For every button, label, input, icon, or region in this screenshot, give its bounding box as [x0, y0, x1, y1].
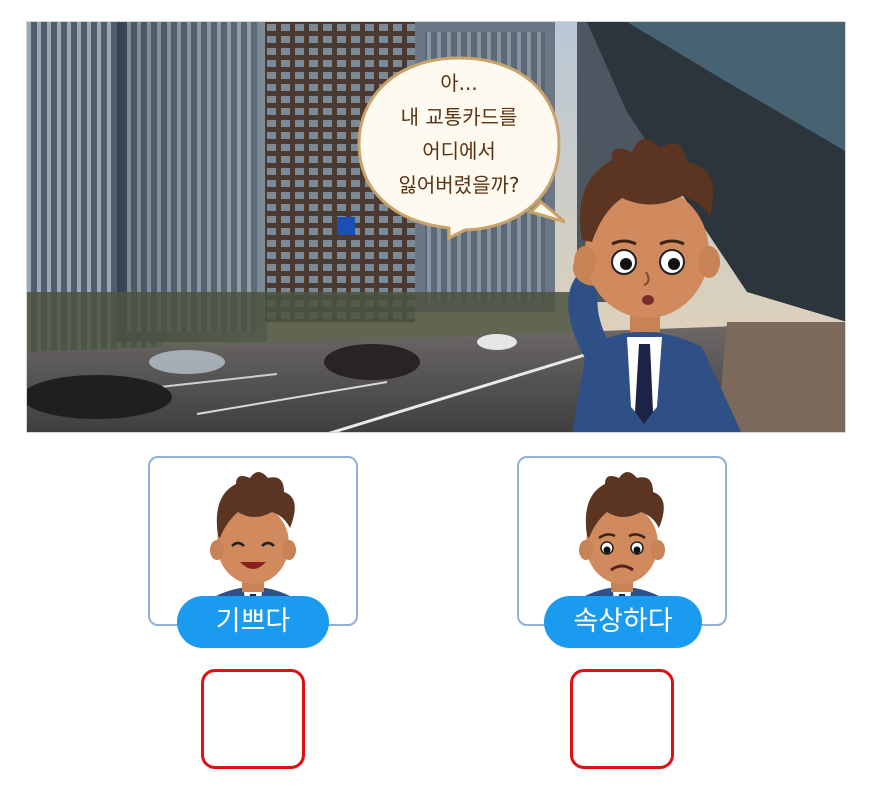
speech-line: 아...	[440, 71, 478, 95]
speech-text: 아... 내 교통카드를 어디에서 잃어버렸을까?	[353, 66, 565, 202]
speech-line: 내 교통카드를	[400, 105, 518, 129]
choice-label-sad[interactable]: 속상하다	[544, 596, 702, 648]
boy-scratching-head-icon	[568, 138, 742, 432]
speech-line: 어디에서	[422, 139, 496, 163]
scene-illustration: 아... 내 교통카드를 어디에서 잃어버렸을까?	[26, 21, 846, 433]
answer-box-happy[interactable]	[201, 669, 305, 769]
choice-label-happy[interactable]: 기쁘다	[177, 596, 329, 648]
speech-line: 잃어버렸을까?	[398, 173, 520, 197]
answer-box-sad[interactable]	[570, 669, 674, 769]
